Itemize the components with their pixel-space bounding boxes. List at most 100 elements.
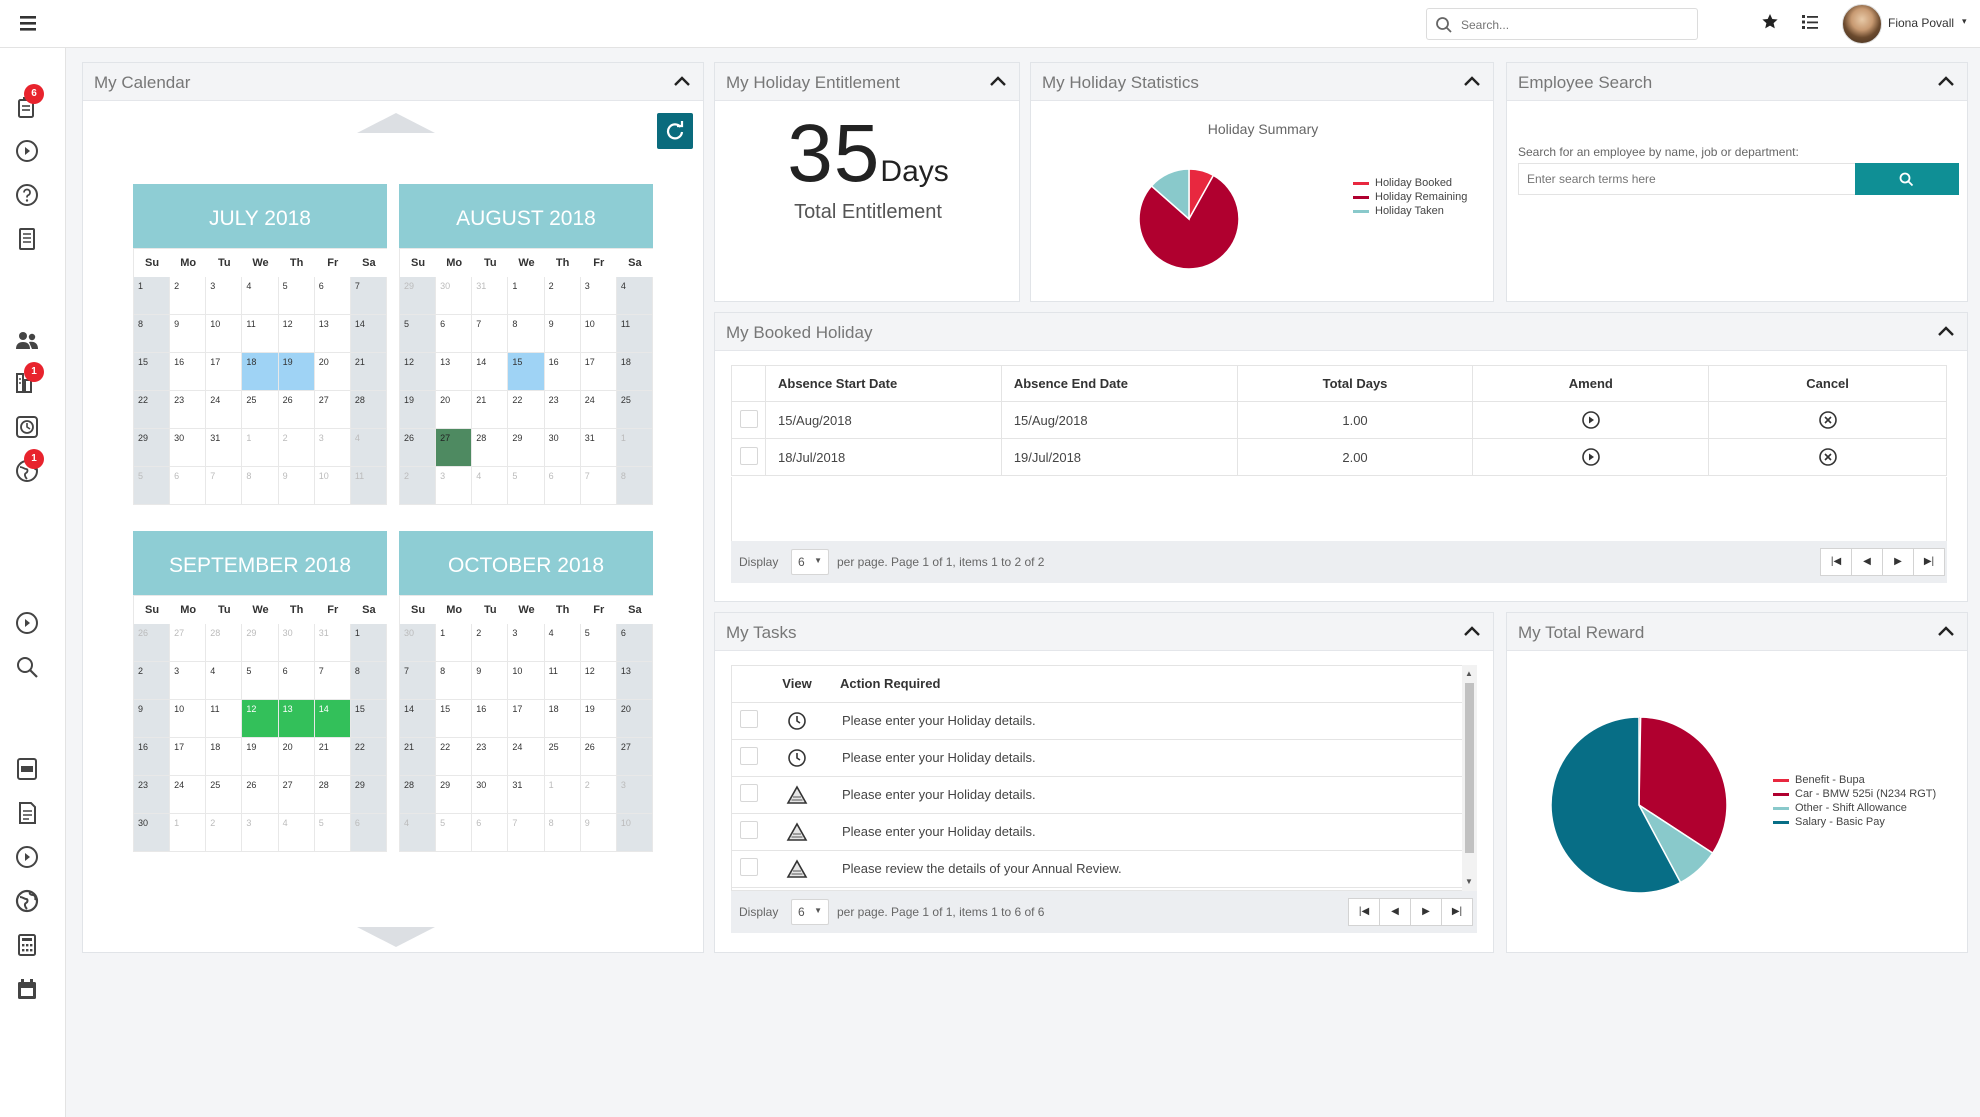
column-header[interactable]: Absence End Date xyxy=(1000,365,1238,402)
employee-search-input[interactable] xyxy=(1518,163,1858,195)
menu-icon[interactable] xyxy=(18,13,40,33)
calendar-day[interactable]: 21 xyxy=(350,353,387,391)
calendar-day-other-month[interactable]: 28 xyxy=(206,624,243,662)
calendar-day[interactable]: 7 xyxy=(472,315,509,353)
calendar-day-other-month[interactable]: 7 xyxy=(206,467,243,505)
calendar-day[interactable]: 5 xyxy=(242,662,279,700)
calendar-day[interactable]: 8 xyxy=(134,315,171,353)
calendar-day-other-month[interactable]: 4 xyxy=(350,429,387,467)
calendar-day-other-month[interactable]: 1 xyxy=(544,776,581,814)
calendar-day-other-month[interactable]: 2 xyxy=(580,776,617,814)
amend-play-icon[interactable] xyxy=(1581,410,1601,430)
calendar-day-other-month[interactable]: 8 xyxy=(242,467,279,505)
report-icon[interactable] xyxy=(14,800,40,826)
calendar-day[interactable]: 29 xyxy=(134,429,171,467)
tasks-scrollbar[interactable]: ▲ ▼ xyxy=(1462,665,1477,891)
user-name[interactable]: Fiona Povall xyxy=(1888,16,1954,30)
play-circle-icon[interactable] xyxy=(14,610,40,636)
calendar-day-other-month[interactable]: 29 xyxy=(242,624,279,662)
calendar-day-other-month[interactable]: 1 xyxy=(616,429,653,467)
chevron-up-icon[interactable] xyxy=(989,74,1007,88)
calendar-day[interactable]: 9 xyxy=(170,315,207,353)
star-icon[interactable] xyxy=(1760,12,1780,32)
calendar-day[interactable]: 6 xyxy=(436,315,473,353)
calendar-icon[interactable] xyxy=(14,976,40,1002)
calendar-day[interactable]: 7 xyxy=(350,277,387,315)
calendar-day-other-month[interactable]: 2 xyxy=(400,467,437,505)
calendar-day[interactable]: 14 xyxy=(314,700,351,738)
warning-icon[interactable] xyxy=(786,821,808,842)
chevron-up-icon[interactable] xyxy=(1937,324,1955,338)
first-page-button[interactable]: |◀ xyxy=(1348,898,1380,926)
calendar-day[interactable]: 21 xyxy=(314,738,351,776)
calendar-day[interactable]: 14 xyxy=(400,700,437,738)
calendar-day[interactable]: 4 xyxy=(544,624,581,662)
calendar-day[interactable]: 1 xyxy=(134,277,171,315)
global-search-input[interactable] xyxy=(1461,15,1691,35)
calendar-day-other-month[interactable]: 4 xyxy=(400,814,437,852)
chevron-up-icon[interactable] xyxy=(1937,74,1955,88)
globe-icon[interactable] xyxy=(14,888,40,914)
calendar-day[interactable]: 22 xyxy=(350,738,387,776)
calendar-day[interactable]: 25 xyxy=(242,391,279,429)
calendar-day-other-month[interactable]: 6 xyxy=(472,814,509,852)
calendar-day[interactable]: 19 xyxy=(400,391,437,429)
calendar-day-other-month[interactable]: 10 xyxy=(314,467,351,505)
people-icon[interactable] xyxy=(14,328,40,354)
calendar-day[interactable]: 9 xyxy=(472,662,509,700)
calendar-day[interactable]: 18 xyxy=(242,353,279,391)
help-icon[interactable] xyxy=(14,182,40,208)
calendar-day-other-month[interactable]: 4 xyxy=(472,467,509,505)
calendar-day-other-month[interactable]: 29 xyxy=(400,277,437,315)
calendar-day-other-month[interactable]: 26 xyxy=(134,624,171,662)
calendar-day-other-month[interactable]: 11 xyxy=(350,467,387,505)
calendar-day[interactable]: 13 xyxy=(278,700,315,738)
calendar-day-other-month[interactable]: 8 xyxy=(544,814,581,852)
calendar-day[interactable]: 23 xyxy=(170,391,207,429)
calendar-day-other-month[interactable]: 31 xyxy=(472,277,509,315)
calendar-day[interactable]: 8 xyxy=(436,662,473,700)
play-circle-icon[interactable] xyxy=(14,844,40,870)
calendar-day[interactable]: 18 xyxy=(206,738,243,776)
calendar-day[interactable]: 7 xyxy=(400,662,437,700)
calendar-day[interactable]: 28 xyxy=(472,429,509,467)
calendar-day-other-month[interactable]: 10 xyxy=(616,814,653,852)
calendar-day[interactable]: 24 xyxy=(508,738,545,776)
calendar-day[interactable]: 29 xyxy=(350,776,387,814)
calendar-day[interactable]: 10 xyxy=(206,315,243,353)
page-size-select[interactable]: 6 ▼ xyxy=(791,899,829,925)
calendar-day-other-month[interactable]: 6 xyxy=(350,814,387,852)
calendar-day-other-month[interactable]: 2 xyxy=(206,814,243,852)
calendar-day[interactable]: 12 xyxy=(242,700,279,738)
chevron-up-icon[interactable] xyxy=(673,74,691,88)
calendar-day[interactable]: 26 xyxy=(242,776,279,814)
calendar-day[interactable]: 5 xyxy=(580,624,617,662)
calendar-day[interactable]: 23 xyxy=(472,738,509,776)
calendar-day[interactable]: 12 xyxy=(580,662,617,700)
calendar-day-other-month[interactable]: 30 xyxy=(436,277,473,315)
calendar-day[interactable]: 11 xyxy=(242,315,279,353)
calendar-day[interactable]: 20 xyxy=(278,738,315,776)
id-card-icon[interactable] xyxy=(14,756,40,782)
calendar-day[interactable]: 17 xyxy=(508,700,545,738)
calendar-day-other-month[interactable]: 5 xyxy=(314,814,351,852)
column-header[interactable]: Action Required xyxy=(828,666,1462,703)
calendar-day[interactable]: 1 xyxy=(436,624,473,662)
scroll-up-icon[interactable]: ▲ xyxy=(1465,669,1473,678)
amend-play-icon[interactable] xyxy=(1581,447,1601,467)
first-page-button[interactable]: |◀ xyxy=(1820,548,1852,576)
global-search[interactable] xyxy=(1426,8,1698,40)
calendar-day[interactable]: 18 xyxy=(616,353,653,391)
calendar-day[interactable]: 14 xyxy=(350,315,387,353)
calendar-day[interactable]: 10 xyxy=(170,700,207,738)
calendar-day-other-month[interactable]: 4 xyxy=(278,814,315,852)
row-checkbox[interactable] xyxy=(740,858,758,876)
calendar-day-other-month[interactable]: 30 xyxy=(278,624,315,662)
calendar-day[interactable]: 28 xyxy=(314,776,351,814)
calendar-day[interactable]: 21 xyxy=(472,391,509,429)
chevron-up-icon[interactable] xyxy=(1463,74,1481,88)
calendar-day[interactable]: 16 xyxy=(472,700,509,738)
calendar-day[interactable]: 30 xyxy=(472,776,509,814)
calendar-day[interactable]: 16 xyxy=(170,353,207,391)
row-checkbox[interactable] xyxy=(740,409,758,428)
